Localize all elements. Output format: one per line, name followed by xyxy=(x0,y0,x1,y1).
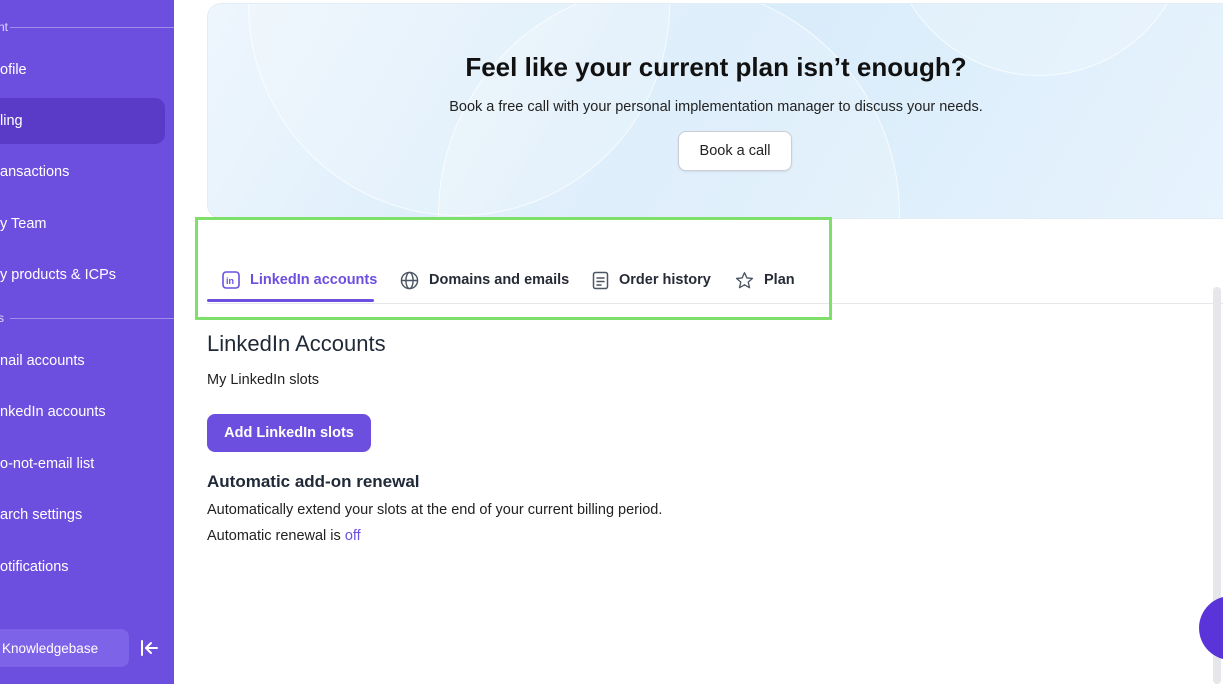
sidebar-item-label: o-not-email list xyxy=(0,456,95,472)
globe-icon xyxy=(400,271,419,289)
sidebar-item-label: ling xyxy=(0,113,23,129)
sidebar-item-label: nail accounts xyxy=(0,353,85,369)
sidebar-item-label: y Team xyxy=(0,216,47,232)
sidebar-item-label: ofile xyxy=(0,62,27,78)
book-a-call-button[interactable]: Book a call xyxy=(678,131,792,171)
sidebar-divider xyxy=(10,27,174,28)
sidebar-item-profile[interactable]: ofile xyxy=(0,47,165,93)
knowledgebase-button[interactable]: Knowledgebase xyxy=(0,629,129,667)
renewal-description: Automatically extend your slots at the e… xyxy=(207,502,663,518)
banner-subtitle: Book a free call with your personal impl… xyxy=(449,99,983,115)
linkedin-icon: in xyxy=(222,271,240,289)
tab-label: Order history xyxy=(619,272,711,288)
upgrade-banner: Feel like your current plan isn’t enough… xyxy=(207,3,1223,219)
active-tab-indicator xyxy=(207,299,374,302)
sidebar-item-label: arch settings xyxy=(0,507,83,523)
tabs-divider xyxy=(207,303,1223,304)
sidebar: nt ofile ling ansactions y Team y produc… xyxy=(0,0,174,684)
add-linkedin-slots-button[interactable]: Add LinkedIn slots xyxy=(207,414,371,452)
svg-text:in: in xyxy=(226,276,234,286)
sidebar-item-notifications[interactable]: otifications xyxy=(0,544,165,590)
sidebar-item-label: nkedIn accounts xyxy=(0,404,106,420)
tab-plan[interactable]: Plan xyxy=(735,257,795,303)
tab-domains-and-emails[interactable]: Domains and emails xyxy=(400,257,569,303)
sidebar-item-search-settings[interactable]: arch settings xyxy=(0,492,165,538)
sidebar-item-transactions[interactable]: ansactions xyxy=(0,149,165,195)
sidebar-section-heading-account: nt xyxy=(0,20,9,34)
renewal-status-label: Automatic renewal is xyxy=(207,528,341,544)
banner-title: Feel like your current plan isn’t enough… xyxy=(465,52,967,82)
sidebar-item-email-accounts[interactable]: nail accounts xyxy=(0,338,165,384)
sidebar-item-billing[interactable]: ling xyxy=(0,98,165,144)
chat-launcher-button[interactable] xyxy=(1199,596,1223,660)
tab-label: Domains and emails xyxy=(429,272,570,288)
star-icon xyxy=(735,271,754,288)
tab-order-history[interactable]: Order history xyxy=(592,257,711,303)
page-title: LinkedIn Accounts xyxy=(207,331,386,356)
document-icon xyxy=(592,271,609,289)
tab-label: Plan xyxy=(764,272,795,288)
sidebar-item-label: y products & ICPs xyxy=(0,267,117,283)
sidebar-item-my-products[interactable]: y products & ICPs xyxy=(0,252,165,298)
sidebar-item-my-team[interactable]: y Team xyxy=(0,201,165,247)
sidebar-item-do-not-email-list[interactable]: o-not-email list xyxy=(0,441,165,487)
sidebar-item-label: otifications xyxy=(0,559,69,575)
tab-linkedin-accounts[interactable]: in LinkedIn accounts xyxy=(222,257,377,303)
renewal-toggle-link[interactable]: off xyxy=(345,528,361,544)
sidebar-item-label: ansactions xyxy=(0,164,70,180)
sidebar-section-heading-settings: s xyxy=(0,311,4,325)
knowledgebase-label: Knowledgebase xyxy=(2,640,99,656)
linkedin-slots-label: My LinkedIn slots xyxy=(207,372,320,388)
sidebar-item-linkedin-accounts[interactable]: nkedIn accounts xyxy=(0,389,165,435)
sidebar-divider xyxy=(10,318,174,319)
collapse-left-icon[interactable] xyxy=(139,638,159,658)
renewal-status: Automatic renewal is off xyxy=(207,528,361,544)
renewal-heading: Automatic add-on renewal xyxy=(207,472,420,491)
tab-label: LinkedIn accounts xyxy=(250,272,378,288)
